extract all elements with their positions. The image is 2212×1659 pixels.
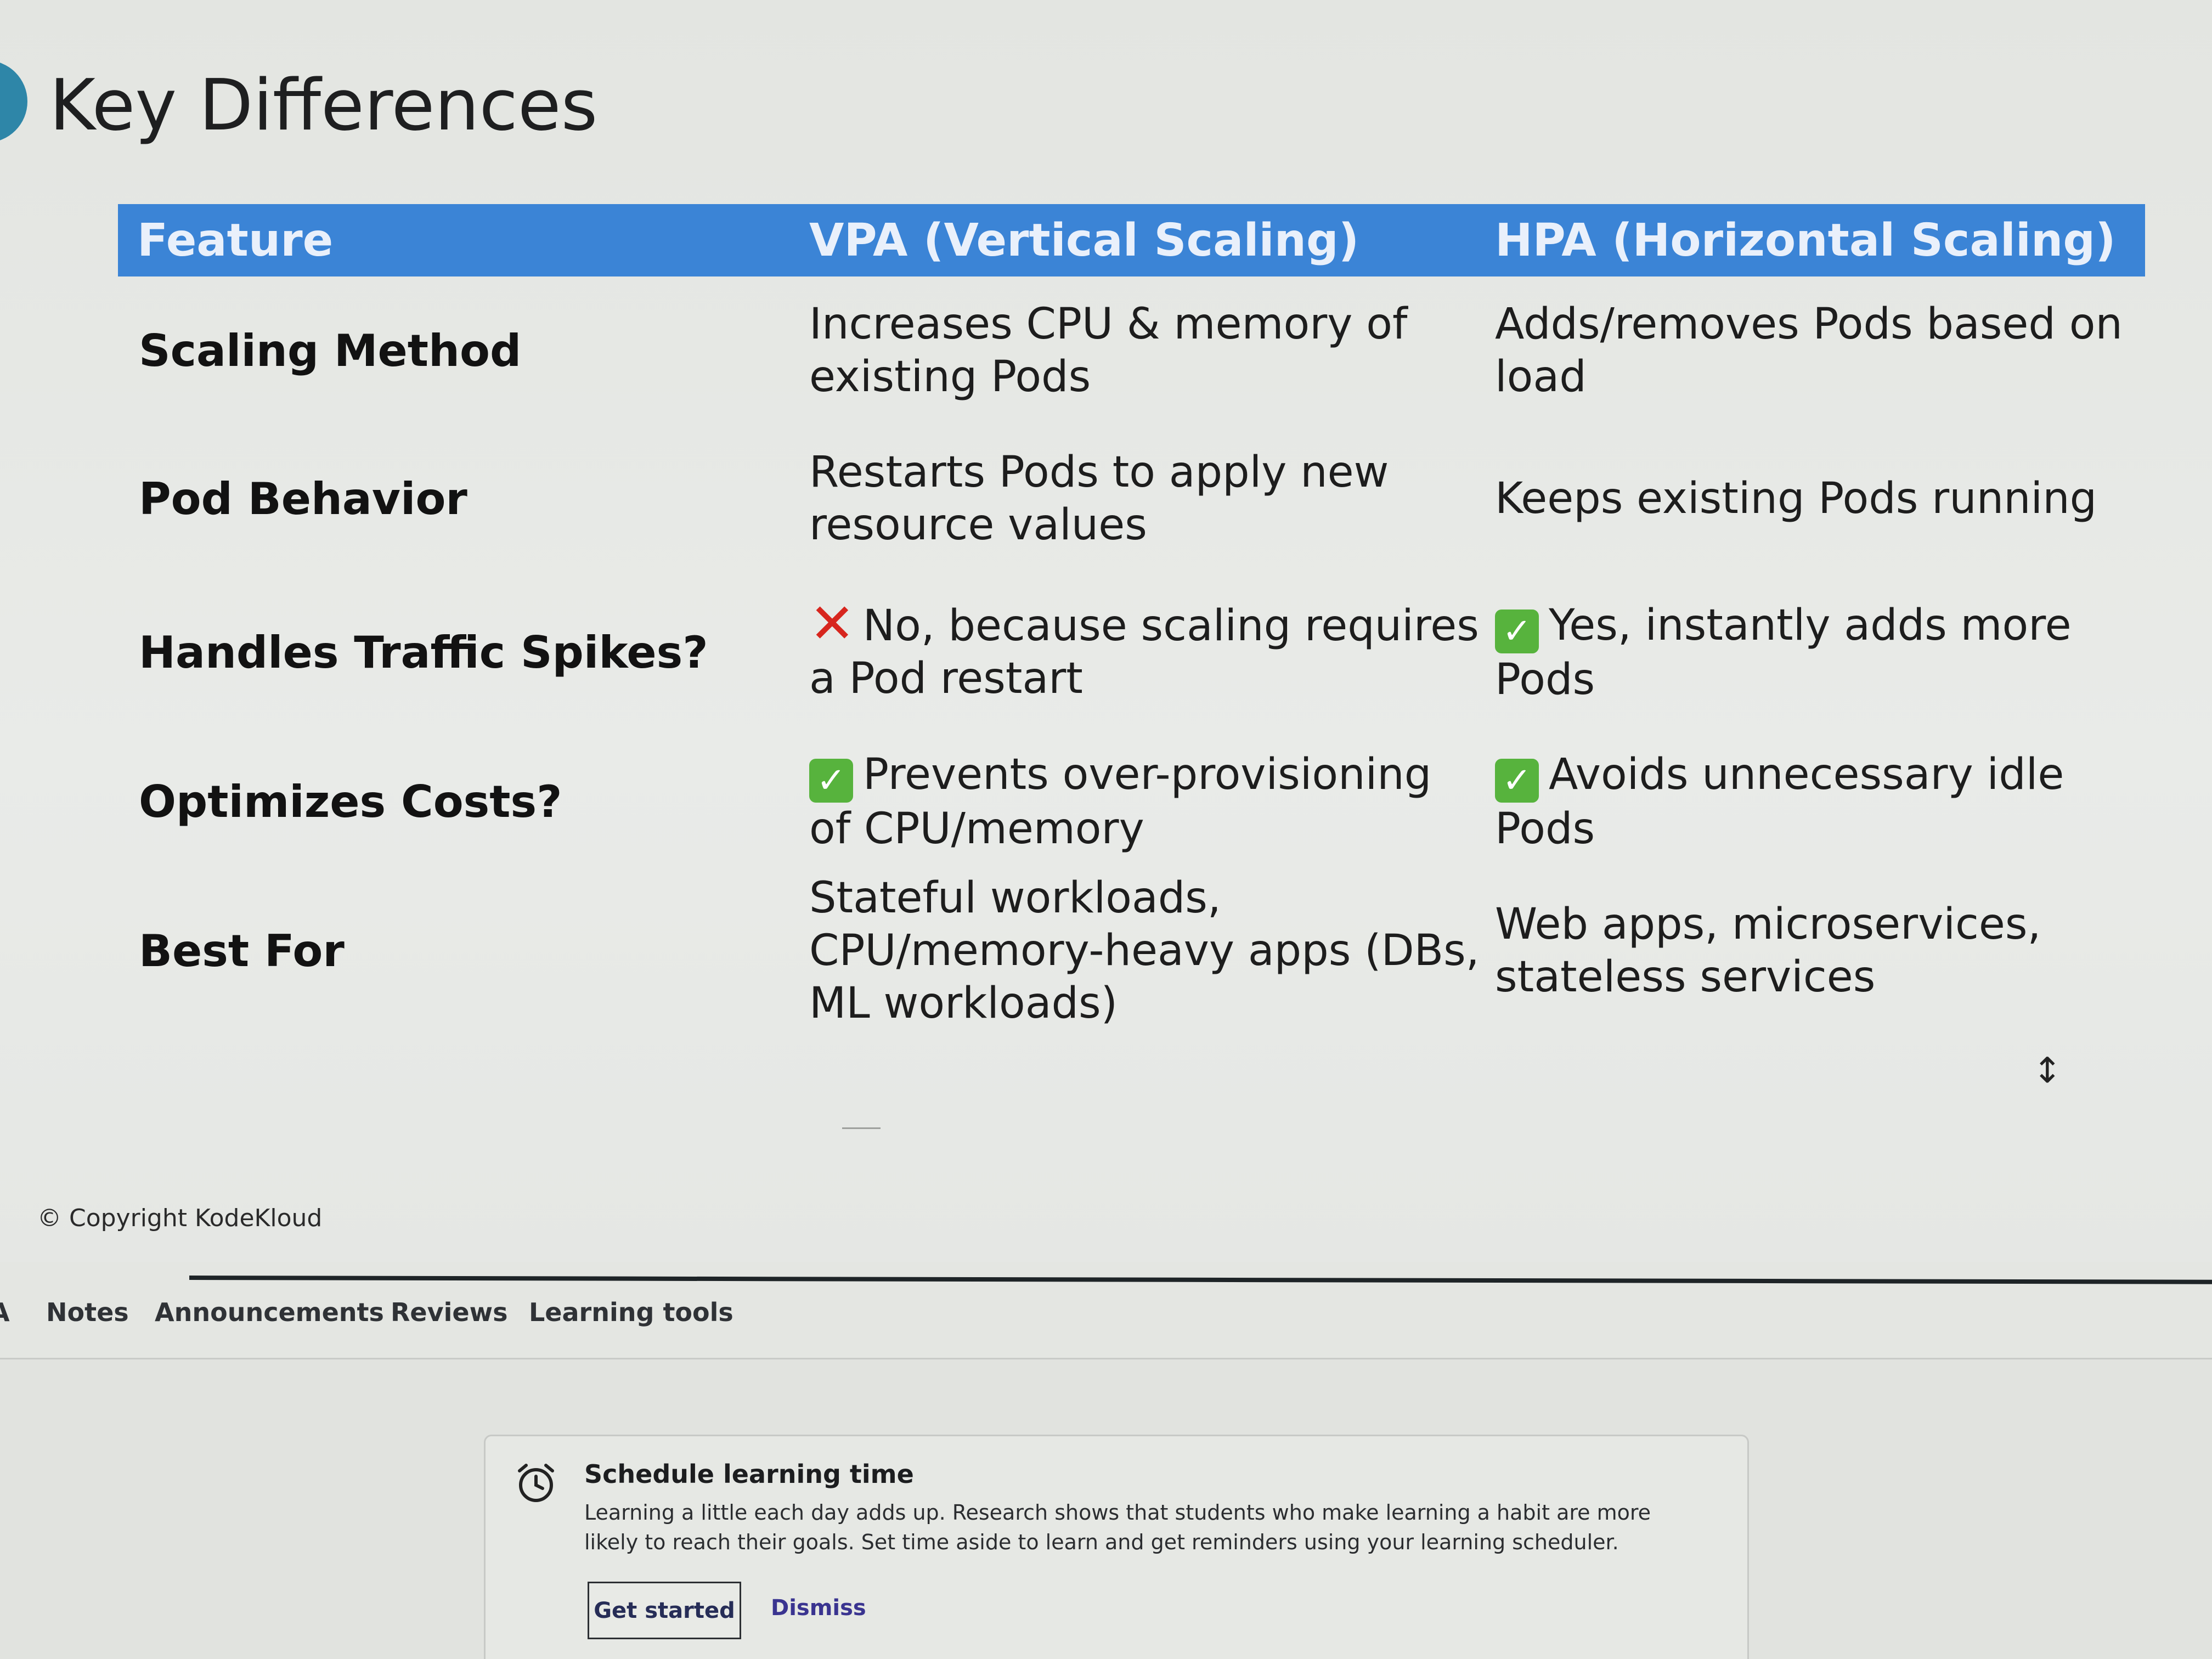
hpa-cell: ✓ Yes, instantly adds more Pods: [1484, 599, 2145, 706]
resize-cursor-icon: ↕: [2033, 1051, 2062, 1091]
check-mark-icon: ✓: [809, 759, 853, 803]
hpa-cell: Adds/removes Pods based on load: [1484, 298, 2145, 403]
video-progress-bar[interactable]: [189, 1276, 2212, 1284]
hpa-text: Web apps, microservices, stateless servi…: [1495, 900, 2041, 1002]
vpa-cell: ✓ Prevents over-provisioning of CPU/memor…: [809, 748, 1484, 855]
vpa-text: Increases CPU & memory of existing Pods: [809, 300, 1408, 402]
vpa-cell: ✕ No, because scaling requires a Pod rest…: [809, 591, 1484, 705]
hpa-cell: Keeps existing Pods running: [1484, 472, 2145, 525]
cross-mark-icon: ✕: [809, 591, 855, 656]
title-accent-marker: [0, 60, 27, 143]
table-row: Pod Behavior Restarts Pods to apply new …: [118, 425, 2145, 573]
get-started-button[interactable]: Get started: [588, 1582, 741, 1639]
tab-partial[interactable]: A: [0, 1297, 10, 1327]
vpa-text: Stateful workloads, CPU/memory-heavy app…: [809, 873, 1480, 1028]
schedule-learning-card: Schedule learning time Learning a little…: [484, 1435, 1749, 1659]
tab-announcements[interactable]: Announcements: [155, 1297, 384, 1327]
vpa-text: Restarts Pods to apply new resource valu…: [809, 448, 1389, 550]
card-description: Learning a little each day adds up. Rese…: [584, 1500, 1651, 1554]
slide: Key Differences Feature VPA (Vertical Sc…: [0, 0, 2212, 1262]
table-row: Handles Traffic Spikes? ✕ No, because sca…: [118, 573, 2145, 732]
page-title: Key Differences: [49, 65, 598, 146]
hpa-text: Yes, instantly adds more Pods: [1495, 600, 2072, 704]
header-vpa: VPA (Vertical Scaling): [809, 214, 1359, 267]
vpa-cell: Restarts Pods to apply new resource valu…: [809, 446, 1484, 551]
feature-cell: Scaling Method: [139, 325, 522, 376]
comparison-table: Feature VPA (Vertical Scaling) HPA (Hori…: [118, 204, 2145, 1028]
vpa-text: No, because scaling requires a Pod resta…: [809, 601, 1479, 703]
hpa-text: Avoids unnecessary idle Pods: [1495, 750, 2064, 854]
tab-learning-tools[interactable]: Learning tools: [529, 1297, 733, 1327]
feature-cell: Best For: [139, 925, 345, 977]
table-header-row: Feature VPA (Vertical Scaling) HPA (Hori…: [118, 204, 2145, 276]
copyright-text: © Copyright KodeKloud: [37, 1204, 323, 1232]
card-title: Schedule learning time: [584, 1459, 914, 1489]
vpa-cell: Stateful workloads, CPU/memory-heavy app…: [809, 872, 1484, 1030]
course-tabs: A Notes Announcements Reviews Learning t…: [0, 1297, 2212, 1359]
check-mark-icon: ✓: [1495, 759, 1539, 803]
hpa-text: Keeps existing Pods running: [1495, 474, 2097, 523]
hpa-text: Adds/removes Pods based on load: [1495, 300, 2123, 402]
feature-cell: Pod Behavior: [139, 473, 467, 524]
tab-reviews[interactable]: Reviews: [391, 1297, 507, 1327]
feature-cell: Optimizes Costs?: [139, 776, 562, 827]
vpa-cell: Increases CPU & memory of existing Pods: [809, 298, 1484, 403]
header-feature: Feature: [137, 214, 334, 267]
table-row: Optimizes Costs? ✓ Prevents over-provisio…: [118, 732, 2145, 872]
tab-notes[interactable]: Notes: [46, 1297, 129, 1327]
table-row: Scaling Method Increases CPU & memory of…: [118, 276, 2145, 425]
vpa-text: Prevents over-provisioning of CPU/memory: [809, 750, 1432, 854]
header-hpa: HPA (Horizontal Scaling): [1495, 214, 2116, 267]
table-row: Best For Stateful workloads, CPU/memory-…: [118, 872, 2145, 1028]
hpa-cell: ✓ Avoids unnecessary idle Pods: [1484, 748, 2145, 855]
feature-cell: Handles Traffic Spikes?: [139, 627, 708, 678]
divider: [842, 1127, 881, 1129]
check-mark-icon: ✓: [1495, 609, 1539, 653]
hpa-cell: Web apps, microservices, stateless servi…: [1484, 898, 2145, 1003]
dismiss-button[interactable]: Dismiss: [771, 1595, 866, 1621]
alarm-clock-icon: [518, 1464, 554, 1502]
